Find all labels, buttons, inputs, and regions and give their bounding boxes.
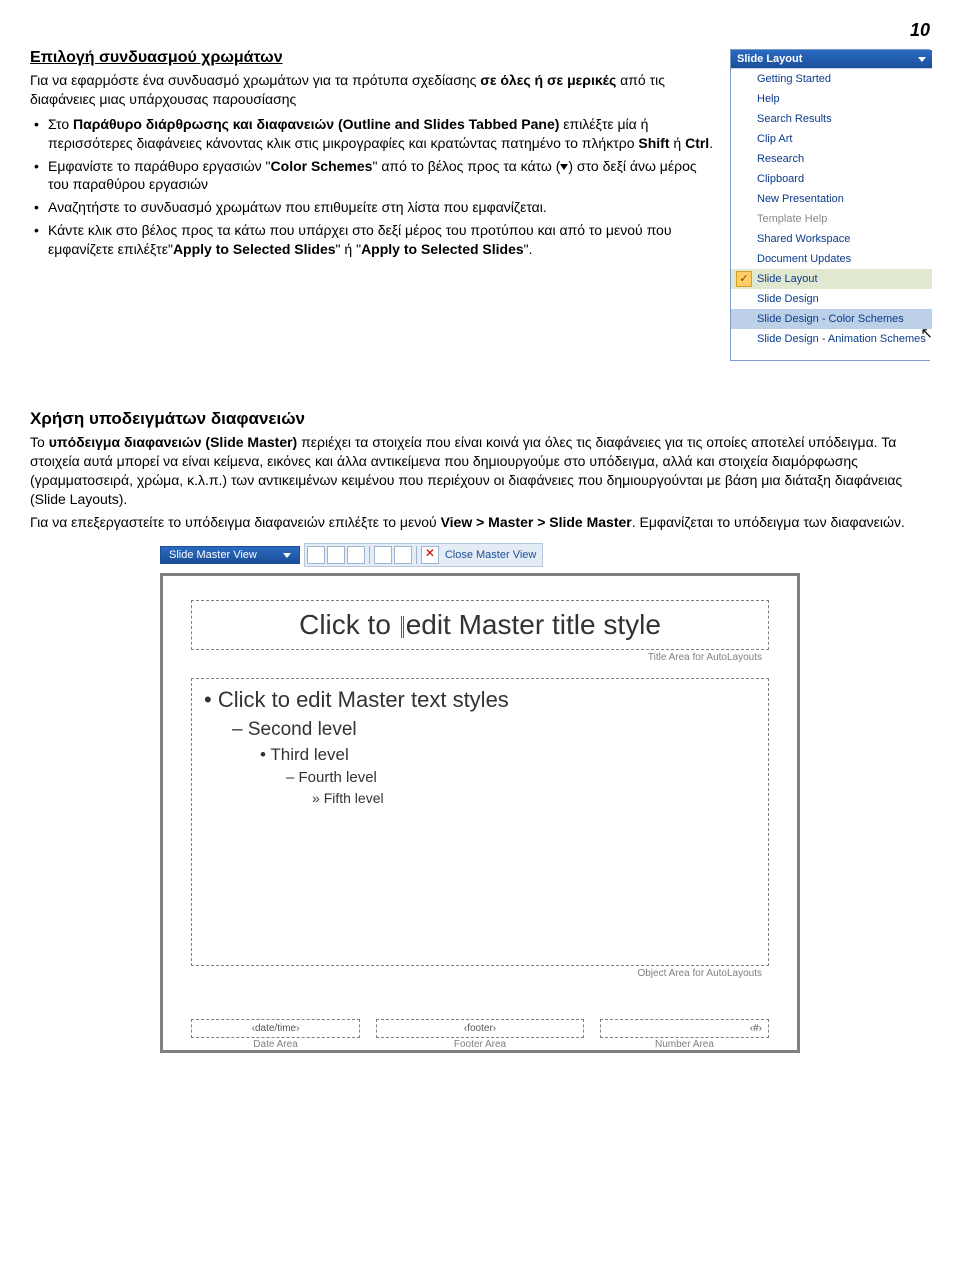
date-placeholder[interactable]: ‹date/time› Date Area — [191, 1019, 360, 1038]
task-pane-item-label: Clip Art — [757, 133, 792, 145]
master-title-placeholder[interactable]: Click to edit Master title style Title A… — [191, 600, 769, 650]
task-pane-item[interactable]: Shared Workspace — [731, 229, 932, 249]
task-pane-item[interactable]: Slide Design — [731, 289, 932, 309]
separator — [369, 546, 370, 564]
section-1-intro: Για να εφαρμόστε ένα συνδυασμό χρωμάτων … — [30, 71, 718, 109]
outline-level-1: Click to edit Master text styles — [204, 687, 756, 713]
bullet-3: Αναζητήστε το συνδυασμό χρωμάτων που επι… — [30, 198, 718, 217]
slide-master-toolbar: Slide Master View ✕ Close Master View — [160, 543, 800, 567]
task-pane-item-label: Document Updates — [757, 253, 851, 265]
section-2-title: Χρήση υποδειγμάτων διαφανειών — [30, 409, 930, 429]
section-1: Επιλογή συνδυασμού χρωμάτων Για να εφαρμ… — [30, 49, 718, 265]
text-cursor-icon — [401, 616, 404, 638]
close-master-view-button[interactable]: Close Master View — [441, 549, 541, 561]
toolbar-title[interactable]: Slide Master View — [160, 546, 300, 564]
chevron-down-icon[interactable] — [918, 57, 926, 62]
task-pane-item[interactable]: ✓ Slide Layout — [731, 269, 932, 289]
task-pane-item-label: Clipboard — [757, 173, 804, 185]
toolbar-icon[interactable] — [327, 546, 345, 564]
toolbar-icon[interactable] — [374, 546, 392, 564]
page-number: 10 — [30, 20, 930, 41]
task-pane-item-label: Search Results — [757, 113, 832, 125]
task-pane-item-label: Help — [757, 93, 780, 105]
toolbar-icon[interactable] — [307, 546, 325, 564]
section-2-p1: Το υπόδειγμα διαφανειών (Slide Master) π… — [30, 433, 930, 509]
task-pane-item-label: Slide Layout — [757, 273, 818, 285]
toolbar-icon[interactable] — [347, 546, 365, 564]
task-pane-item[interactable]: Help — [731, 89, 932, 109]
task-pane-title-bar[interactable]: Slide Layout — [731, 50, 932, 68]
master-body-placeholder[interactable]: Click to edit Master text styles Second … — [191, 678, 769, 966]
outline-level-3: Third level — [260, 745, 756, 765]
task-pane-item-label: Getting Started — [757, 73, 831, 85]
task-pane-item[interactable]: New Presentation — [731, 189, 932, 209]
object-area-label: Object Area for AutoLayouts — [635, 968, 764, 979]
footer-area-label: Footer Area — [454, 1039, 506, 1050]
slide-master-canvas: Click to edit Master title style Title A… — [160, 573, 800, 1053]
task-pane-item-label: New Presentation — [757, 193, 844, 205]
section-1-title: Επιλογή συνδυασμού χρωμάτων — [30, 49, 718, 67]
bullet-2: Εμφανίστε το παράθυρο εργασιών "Color Sc… — [30, 157, 718, 195]
task-pane-item-label: Slide Design — [757, 293, 819, 305]
bullet-1: Στο Παράθυρο διάρθρωσης και διαφανειών (… — [30, 115, 718, 153]
task-pane: Slide Layout Getting Started Help Search R… — [730, 49, 930, 361]
task-pane-item-label: Shared Workspace — [757, 233, 850, 245]
toolbar-icon[interactable] — [394, 546, 412, 564]
date-area-label: Date Area — [253, 1039, 297, 1050]
task-pane-item[interactable]: Slide Design - Color Schemes — [731, 309, 932, 329]
task-pane-item[interactable]: Research — [731, 149, 932, 169]
separator — [416, 546, 417, 564]
close-icon[interactable]: ✕ — [421, 546, 439, 564]
section-2: Χρήση υποδειγμάτων διαφανειών Το υπόδειγ… — [30, 409, 930, 1053]
cursor-icon: ↖ — [920, 324, 933, 342]
title-area-label: Title Area for AutoLayouts — [646, 652, 764, 663]
task-pane-item[interactable]: Slide Design - Animation Schemes — [731, 329, 932, 349]
task-pane-item-label: Slide Design - Animation Schemes — [757, 333, 926, 345]
task-pane-item[interactable]: Search Results — [731, 109, 932, 129]
task-pane-item-label: Template Help — [757, 213, 827, 225]
bullet-4: Κάντε κλικ στο βέλος προς τα κάτω που υπ… — [30, 221, 718, 259]
section-2-p2: Για να επεξεργαστείτε το υπόδειγμα διαφα… — [30, 513, 930, 532]
outline-level-5: Fifth level — [312, 790, 756, 806]
task-pane-item[interactable]: Clip Art — [731, 129, 932, 149]
chevron-down-icon[interactable] — [283, 553, 291, 558]
outline-level-4: Fourth level — [286, 769, 756, 786]
task-pane-item[interactable]: Document Updates — [731, 249, 932, 269]
number-placeholder[interactable]: ‹#› Number Area — [600, 1019, 769, 1038]
task-pane-item[interactable]: Getting Started — [731, 69, 932, 89]
task-pane-item[interactable]: Clipboard — [731, 169, 932, 189]
outline-level-2: Second level — [232, 719, 756, 741]
task-pane-title: Slide Layout — [737, 53, 802, 65]
footer-placeholder[interactable]: ‹footer› Footer Area — [376, 1019, 584, 1038]
number-area-label: Number Area — [655, 1039, 714, 1050]
task-pane-item-label: Slide Design - Color Schemes — [757, 313, 904, 325]
task-pane-list: Getting Started Help Search Results Clip Ar… — [731, 68, 932, 360]
task-pane-item-label: Research — [757, 153, 804, 165]
check-icon: ✓ — [736, 271, 752, 287]
task-pane-item[interactable]: Template Help — [731, 209, 932, 229]
